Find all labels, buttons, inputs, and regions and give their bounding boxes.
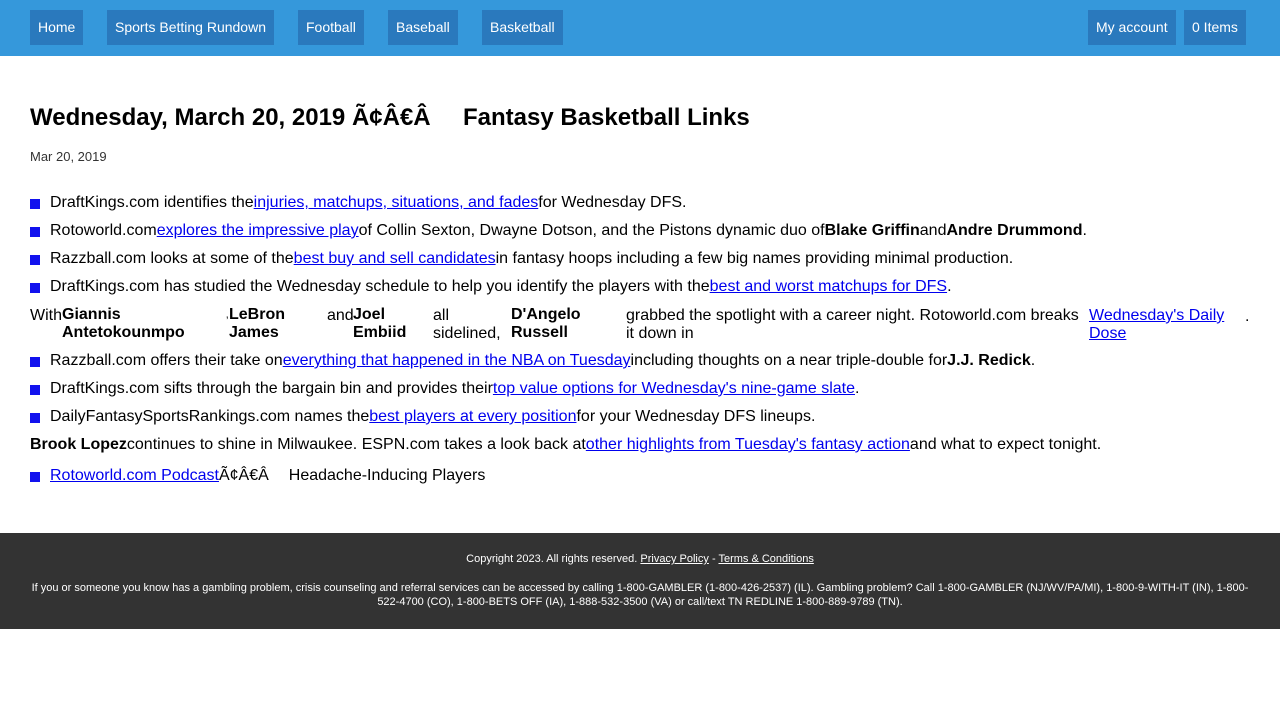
list-item-text: including thoughts on a near triple-doub… [630,352,948,369]
list-item-text: continues to shine in Milwaukee. ESPN.co… [126,436,586,453]
list-item-text: With [30,307,62,324]
list-item-link[interactable]: explores the impressive play [157,222,359,239]
nav-football-button[interactable]: Football [298,10,364,45]
bullet-square-icon [30,413,40,423]
list-item-link[interactable]: best players at every position [369,408,576,425]
player-name: Blake Griffin [824,222,920,239]
list-item-text: DailyFantasySportsRankings.com names the [50,408,370,425]
my-account-button[interactable]: My account [1088,10,1176,45]
list-item-link[interactable]: best buy and sell candidates [294,250,496,267]
terms-conditions-link[interactable]: Terms & Conditions [718,553,813,565]
list-item-text: . [1082,222,1087,239]
list-item-text: Rotoworld.com [50,222,157,239]
player-name: J.J. Redick [947,352,1031,369]
cart-button[interactable]: 0 Items [1184,10,1246,45]
list-item-text: Ã¢Â€Â [218,467,269,484]
player-name: D'Angelo Russell [511,306,581,341]
list-item-text: and what to expect tonight. [909,436,1102,453]
list-item-text: of Collin Sexton, Dwayne Dotson, and the… [358,222,825,239]
bullet-square-icon [30,199,40,209]
podcast-link[interactable]: Rotoworld.com Podcast [50,467,219,484]
list-item-text: . [1030,352,1036,369]
player-name: Brook Lopez [30,436,127,453]
player-name: Joel Embiid [353,306,407,341]
nav-sports-betting-rundown-button[interactable]: Sports Betting Rundown [107,10,274,45]
footer-separator: - [711,553,716,565]
list-item-text: . [947,278,952,295]
list-item-text: and [327,307,354,324]
list-item-text: . [1245,308,1250,325]
list-item-text: Headache-Inducing Players [288,467,486,484]
list-item-text: . [855,380,860,397]
list-item-text: Razzball.com looks at some of the [50,250,294,267]
player-name: Andre Drummond [946,222,1083,239]
list-item-text: for Wednesday DFS. [538,194,687,211]
list-item-text: and [919,222,947,239]
page-title-part2: Fantasy Basketball Links [463,104,750,131]
top-nav-bar: Home Sports Betting Rundown Football Bas… [0,0,1280,56]
player-name: Giannis Antetokounmpo [62,306,185,341]
nav-home-button[interactable]: Home [30,10,84,45]
bullet-square-icon [30,283,40,293]
list-item-giannis: With Giannis Antetokounmpo ’ LeBron Jame… [30,306,1250,346]
copyright-text: Copyright 2023. All rights reserved. [466,553,638,565]
list-item-text: all sidelined, [433,307,501,342]
footer-copyright-line: Copyright 2023. All rights reserved. Pri… [0,553,1280,565]
list-item-link[interactable]: Wednesday's Daily Dose [1089,307,1239,343]
list-item-text: DraftKings.com sifts through the bargain… [50,380,493,397]
bullet-square-icon [30,255,40,265]
page-title-part1: Wednesday, March 20, 2019 Ã¢Â€Â [30,104,431,131]
bullet-square-icon [30,227,40,237]
list-item-link[interactable]: top value options for Wednesday's nine-g… [493,380,855,397]
footer: Copyright 2023. All rights reserved. Pri… [0,533,1280,629]
player-name: LeBron James [229,306,285,341]
list-item-text: Razzball.com offers their take on [50,352,283,369]
nav-baseball-button[interactable]: Baseball [388,10,458,45]
article-date: Mar 20, 2019 [30,149,107,164]
list-item-link[interactable]: best and worst matchups for DFS [710,278,947,295]
bullet-square-icon [30,357,40,367]
list-item-text: for your Wednesday DFS lineups. [576,408,816,425]
list-item-link[interactable]: everything that happened in the NBA on T… [283,352,631,369]
list-item-text: in fantasy hoops including a few big nam… [495,250,1014,267]
list-item-text: DraftKings.com identifies the [50,194,254,211]
list-item-link[interactable]: other highlights from Tuesday's fantasy … [586,436,910,453]
bullet-square-icon [30,472,40,482]
list-item-text: DraftKings.com has studied the Wednesday… [50,278,710,295]
gambling-disclaimer: If you or someone you know has a gamblin… [31,582,1249,608]
bullet-square-icon [30,385,40,395]
page-title: Wednesday, March 20, 2019 Ã¢Â€Â Fantasy … [30,104,750,132]
nav-basketball-button[interactable]: Basketball [482,10,563,45]
list-item-text: grabbed the spotlight with a career nigh… [626,307,1079,342]
privacy-policy-link[interactable]: Privacy Policy [640,553,708,565]
list-item-link[interactable]: injuries, matchups, situations, and fade… [254,194,539,211]
